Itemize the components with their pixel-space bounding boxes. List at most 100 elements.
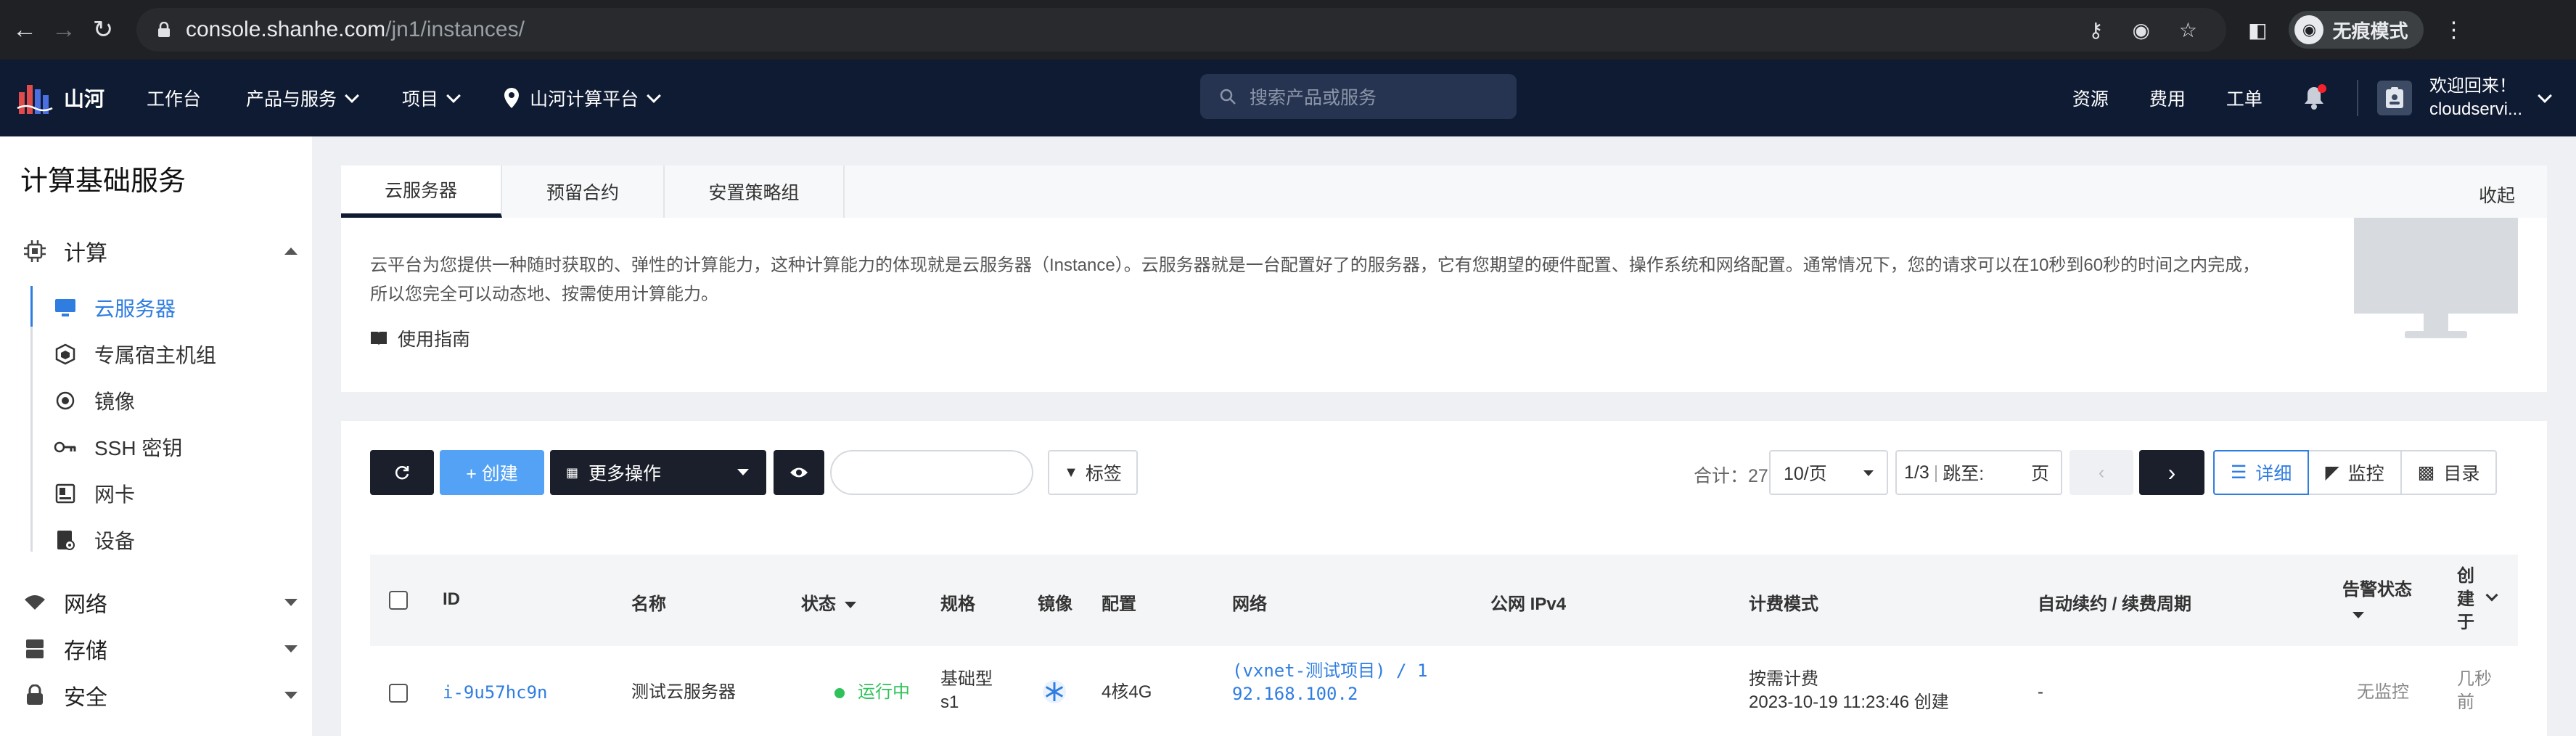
sidebar-group-network[interactable]: 网络 <box>22 586 298 618</box>
sidebar-group-compute[interactable]: 计算 <box>22 235 298 267</box>
next-page-button[interactable]: › <box>2139 450 2204 495</box>
cpu-icon <box>22 238 48 264</box>
view-detail-button[interactable]: ☰ 详细 <box>2213 450 2310 495</box>
caret-down-icon <box>845 602 856 609</box>
network-link[interactable]: (vxnet-测试项目) / 1 92.168.100.2 <box>1232 659 1427 706</box>
nav-workbench[interactable]: 工作台 <box>147 85 201 111</box>
status-text: 运行中 <box>858 682 910 702</box>
key-icon[interactable]: ⚷ <box>2088 18 2104 42</box>
tab-instances[interactable]: 云服务器 <box>341 165 502 218</box>
sidebar-item-dedicated-hosts[interactable]: 专属宿主机组 <box>54 340 216 369</box>
sidebar-item-devices[interactable]: 设备 <box>54 526 135 555</box>
alarm-status: 无监控 <box>2357 682 2409 702</box>
view-monitor-label: 监控 <box>2347 464 2384 484</box>
eye-off-icon[interactable]: ◉ <box>2132 18 2149 42</box>
side-panel-icon[interactable]: ◧ <box>2248 18 2267 42</box>
bell-icon[interactable] <box>2303 84 2326 110</box>
column-visibility-button[interactable] <box>774 450 824 495</box>
refresh-button[interactable] <box>370 450 434 495</box>
logo[interactable]: 山河 <box>16 79 104 117</box>
key-icon <box>54 436 77 459</box>
spec-code: s1 <box>940 692 959 712</box>
nav-products[interactable]: 产品与服务 <box>246 85 359 111</box>
created-relative: 几秒前 <box>2457 669 2492 712</box>
chevron-down-icon <box>647 89 661 103</box>
col-status[interactable]: 状态 <box>801 589 856 615</box>
address-bar[interactable]: console.shanhe.com/jn1/instances/ ⚷ ◉ ☆ <box>136 8 2226 52</box>
col-alarm-label: 告警状态 <box>2342 580 2412 600</box>
user-info[interactable]: 欢迎回来！ cloudservi... <box>2429 75 2522 121</box>
billing-link[interactable]: 费用 <box>2149 85 2186 111</box>
disc-icon <box>54 389 77 412</box>
col-image[interactable]: 镜像 <box>1038 589 1072 615</box>
col-alarm[interactable]: 告警状态 <box>2342 575 2412 623</box>
user-avatar[interactable] <box>2376 81 2412 115</box>
chevron-down-icon[interactable] <box>2538 89 2552 103</box>
intro-description: 云平台为您提供一种随时获取的、弹性的计算能力，这种计算能力的体现就是云服务器（I… <box>370 255 2260 304</box>
col-config[interactable]: 配置 <box>1102 589 1136 615</box>
sidebar-item-images[interactable]: 镜像 <box>54 386 135 415</box>
select-all-checkbox[interactable] <box>389 591 408 610</box>
star-icon[interactable]: ☆ <box>2179 18 2197 42</box>
profile-button[interactable]: ◉ 无痕模式 <box>2289 11 2424 49</box>
nav-projects[interactable]: 项目 <box>402 85 461 111</box>
resources-link[interactable]: 资源 <box>2072 85 2109 111</box>
page-size-select[interactable]: 10/页 <box>1769 450 1888 495</box>
reload-icon[interactable]: ↻ <box>89 15 118 44</box>
sidebar: 计算基础服务 计算 云服务器 专属宿主机组 镜像 SSH 密钥 网卡 设备 网络… <box>0 136 312 736</box>
col-billing[interactable]: 计费模式 <box>1749 589 1818 615</box>
back-icon[interactable]: ← <box>10 15 39 44</box>
chevron-left-icon: ‹ <box>2098 462 2105 483</box>
col-network[interactable]: 网络 <box>1232 589 1267 615</box>
profile-label: 无痕模式 <box>2332 20 2408 42</box>
sidebar-item-ssh-keys[interactable]: SSH 密钥 <box>54 433 182 462</box>
snowflake-icon <box>1042 679 1067 711</box>
row-checkbox[interactable] <box>389 684 408 703</box>
region-selector[interactable]: 山河计算平台 <box>504 85 661 111</box>
search-input[interactable] <box>830 450 1033 495</box>
col-spec[interactable]: 规格 <box>940 589 975 615</box>
table-row[interactable]: i-9u57hc9n 测试云服务器 运行中 基础型 s1 4核4G (vxnet-… <box>370 646 2518 736</box>
page-jump-input[interactable]: 1/3 | 跳至: 页 <box>1895 450 2062 495</box>
caret-down-icon <box>1863 470 1874 476</box>
page-info: 1/3 <box>1904 462 1929 483</box>
search-placeholder: 搜索产品或服务 <box>1250 88 1377 108</box>
col-name[interactable]: 名称 <box>631 589 666 615</box>
col-id[interactable]: ID <box>443 589 460 610</box>
sidebar-group-network-label: 网络 <box>64 593 107 617</box>
lock-icon <box>22 682 48 708</box>
forward-icon[interactable]: → <box>49 15 78 44</box>
filter-icon: ▼ <box>1064 464 1078 481</box>
welcome-text: 欢迎回来！ <box>2429 76 2516 96</box>
chevron-down-icon <box>345 89 359 103</box>
sidebar-item-instances[interactable]: 云服务器 <box>54 293 176 322</box>
menu-icon[interactable]: ⋮ <box>2442 17 2464 43</box>
caret-down-icon <box>2353 612 2364 618</box>
col-public-ipv4[interactable]: 公网 IPv4 <box>1490 589 1566 615</box>
sidebar-group-security[interactable]: 安全 <box>22 679 298 711</box>
caret-up-icon <box>284 248 298 255</box>
view-monitor-button[interactable]: ◤ 监控 <box>2309 451 2402 494</box>
notification-dot <box>2317 84 2326 93</box>
tab-placement-groups[interactable]: 安置策略组 <box>665 165 845 218</box>
global-search[interactable]: 搜索产品或服务 <box>1200 74 1517 119</box>
col-auto-renew[interactable]: 自动续约 / 续费周期 <box>2038 589 2191 615</box>
sidebar-item-nics[interactable]: 网卡 <box>54 479 135 508</box>
prev-page-button[interactable]: ‹ <box>2070 450 2133 495</box>
create-button[interactable]: + 创建 <box>440 450 544 495</box>
col-created[interactable]: 创建于 <box>2457 565 2477 634</box>
view-catalog-button[interactable]: ▩ 目录 <box>2402 451 2496 494</box>
tags-filter-button[interactable]: ▼ 标签 <box>1048 450 1138 495</box>
chevron-down-icon[interactable] <box>2485 589 2498 602</box>
sidebar-group-storage[interactable]: 存储 <box>22 633 298 665</box>
grid-icon: ▦ <box>566 465 579 480</box>
more-actions-dropdown[interactable]: ▦ 更多操作 <box>550 450 766 495</box>
tickets-link[interactable]: 工单 <box>2226 85 2263 111</box>
area-chart-icon: ◤ <box>2325 462 2339 483</box>
user-guide-link[interactable]: 使用指南 <box>370 325 470 351</box>
monitor-icon <box>54 296 77 319</box>
collapse-button[interactable]: 收起 <box>2479 181 2515 208</box>
view-detail-label: 详细 <box>2255 464 2292 484</box>
tab-reserved-contracts[interactable]: 预留合约 <box>502 165 665 218</box>
instance-id-link[interactable]: i-9u57hc9n <box>443 681 548 704</box>
